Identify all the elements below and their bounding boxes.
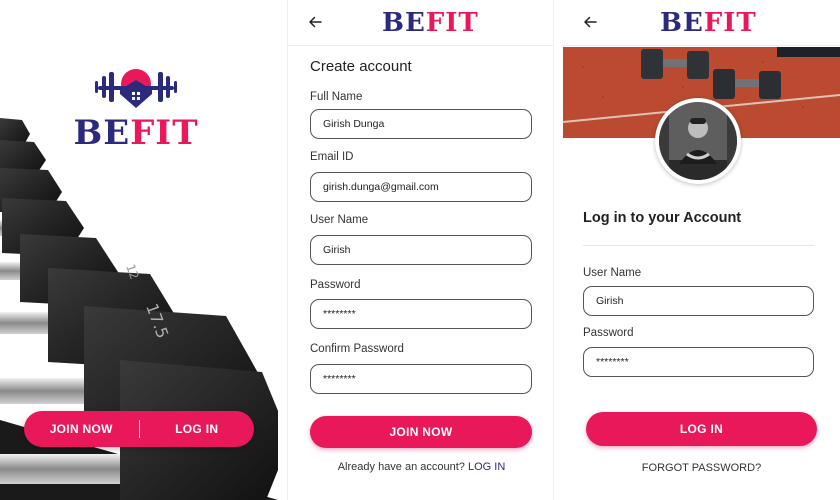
password-label: Password	[310, 279, 361, 291]
user-avatar	[655, 98, 741, 184]
email-field[interactable]: girish.dunga@gmail.com	[310, 172, 532, 202]
user-name-label: User Name	[310, 214, 369, 226]
brand-wordmark: BEFIT	[72, 116, 200, 150]
join-now-button[interactable]: JOIN NOW	[24, 422, 139, 436]
brand-part-be: BE	[660, 8, 704, 38]
login-header: BEFIT	[563, 0, 840, 46]
title-divider	[583, 245, 815, 246]
header-brand-wordmark: BEFIT	[660, 10, 757, 36]
back-arrow-icon[interactable]	[306, 13, 324, 31]
user-photo	[659, 102, 737, 180]
brand-part-fit: FIT	[130, 113, 199, 153]
brand-part-fit: FIT	[703, 8, 757, 38]
have-account-text: Already have an account?	[337, 461, 465, 473]
join-now-submit-button[interactable]: JOIN NOW	[310, 416, 532, 448]
signup-footer: Already have an account? LOG IN	[288, 461, 553, 473]
splash-screen: 12 17.5 BEFIT JOIN NOW LOG IN	[0, 0, 278, 500]
log-in-button[interactable]: LOG IN	[140, 422, 255, 436]
back-arrow-icon[interactable]	[581, 13, 599, 31]
confirm-password-label: Confirm Password	[310, 343, 404, 355]
full-name-label: Full Name	[310, 91, 363, 103]
create-account-title: Create account	[310, 58, 412, 75]
login-submit-button[interactable]: LOG IN	[586, 412, 817, 446]
signup-screen: BEFIT Create account Full Name Girish Du…	[287, 0, 554, 500]
user-name-field[interactable]: Girish	[310, 235, 532, 265]
login-title: Log in to your Account	[583, 210, 742, 226]
login-password-field[interactable]: ********	[583, 347, 814, 377]
email-label: Email ID	[310, 151, 354, 163]
brand-part-fit: FIT	[425, 8, 479, 38]
forgot-password-link[interactable]: FORGOT PASSWORD?	[563, 462, 840, 474]
splash-action-bar: JOIN NOW LOG IN	[24, 411, 254, 447]
brand-part-be: BE	[73, 113, 131, 153]
login-user-name-field[interactable]: Girish	[583, 286, 814, 316]
header-brand-wordmark: BEFIT	[382, 10, 479, 36]
login-password-label: Password	[583, 327, 634, 339]
full-name-field[interactable]: Girish Dunga	[310, 109, 532, 139]
barbell-house-logo-icon	[95, 69, 177, 108]
splash-logo: BEFIT	[72, 62, 200, 150]
brand-part-be: BE	[382, 8, 426, 38]
login-screen: BEFIT Log in to your Account User Name G…	[563, 0, 840, 500]
log-in-link[interactable]: LOG IN	[468, 461, 505, 473]
confirm-password-field[interactable]: ********	[310, 364, 532, 394]
password-field[interactable]: ********	[310, 299, 532, 329]
login-user-name-label: User Name	[583, 267, 642, 279]
signup-header: BEFIT	[288, 0, 553, 46]
